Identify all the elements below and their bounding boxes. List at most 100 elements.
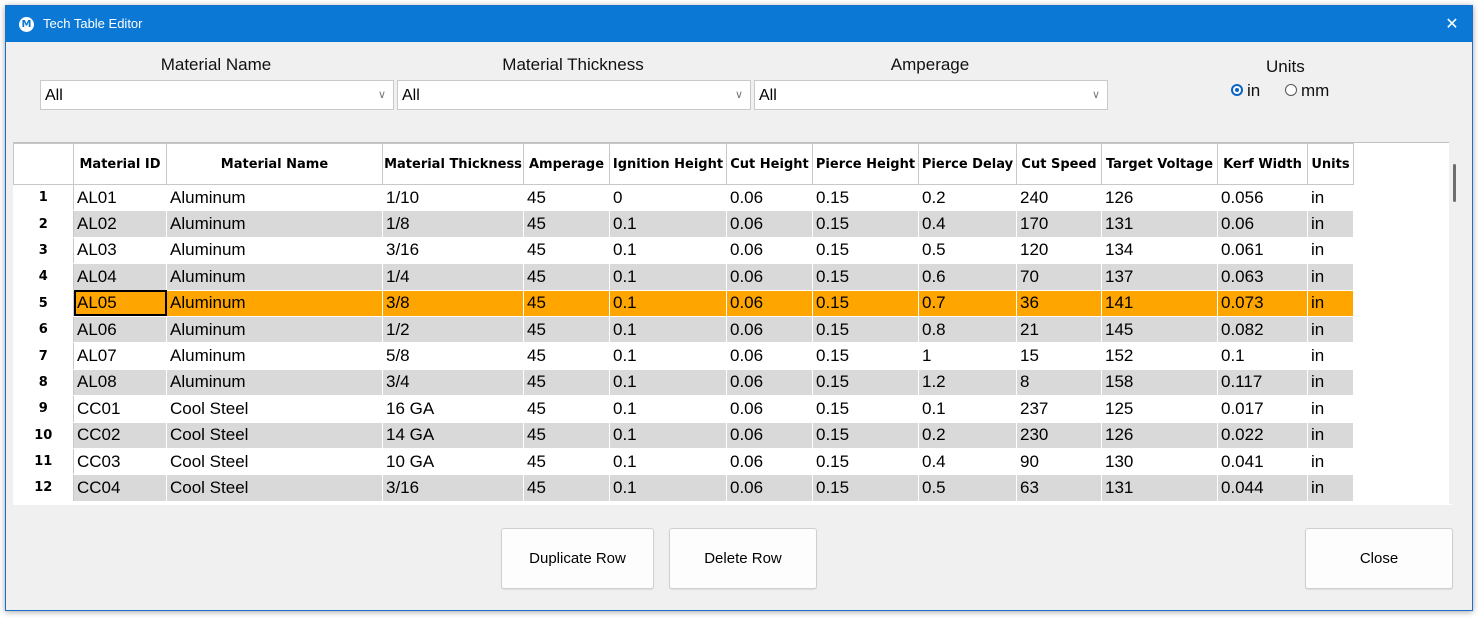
table-cell[interactable]: in xyxy=(1307,422,1354,449)
table-cell[interactable]: Aluminum xyxy=(166,210,383,238)
table-cell[interactable]: 0.082 xyxy=(1217,316,1308,344)
table-cell[interactable]: 90 xyxy=(1016,448,1102,476)
table-cell[interactable]: in xyxy=(1307,184,1354,212)
column-header[interactable]: Material Thickness xyxy=(382,143,524,185)
table-cell[interactable]: 0.5 xyxy=(918,474,1017,502)
table-cell[interactable]: 70 xyxy=(1016,263,1102,291)
close-button[interactable]: Close xyxy=(1305,528,1453,589)
material-thickness-select[interactable]: All ∨ xyxy=(397,80,751,110)
table-cell[interactable]: 0.15 xyxy=(812,474,919,502)
table-cell[interactable]: 45 xyxy=(523,395,610,423)
table-cell[interactable]: 0.1 xyxy=(609,237,727,265)
table-cell[interactable]: 0.15 xyxy=(812,342,919,370)
table-cell[interactable]: 0.1 xyxy=(609,263,727,291)
table-cell[interactable]: 0.06 xyxy=(726,316,813,344)
table-cell[interactable]: 0.061 xyxy=(1217,237,1308,265)
table-cell[interactable]: 0.06 xyxy=(726,290,813,317)
table-cell[interactable]: 0.056 xyxy=(1217,184,1308,212)
row-number[interactable]: 6 xyxy=(13,316,74,344)
table-cell[interactable]: 145 xyxy=(1101,316,1218,344)
table-cell[interactable]: 0.2 xyxy=(918,184,1017,212)
table-cell[interactable]: in xyxy=(1307,210,1354,238)
table-cell[interactable]: 45 xyxy=(523,316,610,344)
table-cell[interactable]: 0.117 xyxy=(1217,369,1308,397)
table-cell[interactable]: 0.8 xyxy=(918,316,1017,344)
delete-row-button[interactable]: Delete Row xyxy=(669,528,817,589)
table-cell[interactable]: Aluminum xyxy=(166,237,383,265)
column-header[interactable]: Kerf Width xyxy=(1217,143,1308,185)
table-cell[interactable]: 45 xyxy=(523,210,610,238)
table-cell[interactable]: in xyxy=(1307,263,1354,291)
table-cell[interactable]: 0.022 xyxy=(1217,422,1308,449)
table-cell[interactable]: 0.06 xyxy=(726,474,813,502)
column-header[interactable]: Units xyxy=(1307,143,1354,185)
table-cell[interactable]: 0.15 xyxy=(812,290,919,317)
table-cell[interactable]: 0.06 xyxy=(726,422,813,449)
row-number[interactable]: 9 xyxy=(13,395,74,423)
table-cell[interactable]: 0.041 xyxy=(1217,448,1308,476)
table-cell[interactable]: in xyxy=(1307,237,1354,265)
table-cell[interactable]: 170 xyxy=(1016,210,1102,238)
table-cell[interactable]: 45 xyxy=(523,263,610,291)
table-cell[interactable]: 126 xyxy=(1101,184,1218,212)
duplicate-row-button[interactable]: Duplicate Row xyxy=(501,528,654,589)
table-cell[interactable]: 0.06 xyxy=(726,210,813,238)
table-cell[interactable]: 131 xyxy=(1101,210,1218,238)
table-cell[interactable]: Aluminum xyxy=(166,316,383,344)
table-cell[interactable]: Cool Steel xyxy=(166,422,383,449)
table-cell[interactable]: CC02 xyxy=(73,422,167,449)
column-header[interactable]: Cut Height xyxy=(726,143,813,185)
table-cell[interactable]: 45 xyxy=(523,369,610,397)
table-cell[interactable]: 45 xyxy=(523,237,610,265)
table-row[interactable]: 2 AL02 Aluminum 1/8 45 0.1 0.06 0.15 0.4 170 131 0.… xyxy=(13,210,1358,238)
table-cell[interactable]: 0.06 xyxy=(1217,210,1308,238)
table-cell[interactable]: 1/10 xyxy=(382,184,524,212)
table-cell[interactable]: AL02 xyxy=(73,210,167,238)
table-cell[interactable]: 3/16 xyxy=(382,237,524,265)
table-cell[interactable]: 0.1 xyxy=(609,448,727,476)
table-cell[interactable]: 1 xyxy=(918,342,1017,370)
table-cell[interactable]: 10 GA xyxy=(382,448,524,476)
table-cell[interactable]: 3/16 xyxy=(382,474,524,502)
table-cell[interactable]: AL01 xyxy=(73,184,167,212)
table-row[interactable]: 4 AL04 Aluminum 1/4 45 0.1 0.06 0.15 0.6 70 137 0.0… xyxy=(13,263,1358,291)
table-cell[interactable]: in xyxy=(1307,395,1354,423)
table-cell[interactable]: Cool Steel xyxy=(166,448,383,476)
table-cell[interactable]: 0.1 xyxy=(1217,342,1308,370)
table-cell[interactable]: 237 xyxy=(1016,395,1102,423)
table-cell[interactable]: 36 xyxy=(1016,290,1102,317)
row-number[interactable]: 1 xyxy=(13,184,74,212)
table-cell[interactable]: 0.15 xyxy=(812,395,919,423)
table-cell[interactable]: 0.15 xyxy=(812,263,919,291)
table-cell[interactable]: Aluminum xyxy=(166,290,383,317)
scrollbar-thumb[interactable] xyxy=(1453,164,1456,202)
table-cell[interactable]: 15 xyxy=(1016,342,1102,370)
table-cell[interactable]: 0.15 xyxy=(812,210,919,238)
table-cell[interactable]: CC03 xyxy=(73,448,167,476)
table-cell[interactable]: 158 xyxy=(1101,369,1218,397)
row-number[interactable]: 2 xyxy=(13,210,74,238)
table-cell[interactable]: 21 xyxy=(1016,316,1102,344)
table-cell[interactable]: 134 xyxy=(1101,237,1218,265)
table-cell[interactable]: 45 xyxy=(523,342,610,370)
table-cell[interactable]: 3/8 xyxy=(382,290,524,317)
column-header[interactable]: Material Name xyxy=(166,143,383,185)
table-cell[interactable]: 0.1 xyxy=(609,422,727,449)
table-cell[interactable]: 0.1 xyxy=(918,395,1017,423)
row-number[interactable]: 12 xyxy=(13,474,74,502)
units-in-radio[interactable] xyxy=(1231,84,1243,96)
table-cell[interactable]: in xyxy=(1307,448,1354,476)
column-header[interactable]: Cut Speed xyxy=(1016,143,1102,185)
table-row[interactable]: 6 AL06 Aluminum 1/2 45 0.1 0.06 0.15 0.8 21 145 0.0… xyxy=(13,316,1358,344)
table-cell[interactable]: Aluminum xyxy=(166,184,383,212)
table-cell[interactable]: 0.017 xyxy=(1217,395,1308,423)
table-cell[interactable]: 0.7 xyxy=(918,290,1017,317)
table-cell[interactable]: Cool Steel xyxy=(166,395,383,423)
close-window-icon[interactable]: ✕ xyxy=(1440,12,1464,36)
table-cell[interactable]: 137 xyxy=(1101,263,1218,291)
table-cell[interactable]: 130 xyxy=(1101,448,1218,476)
column-header[interactable]: Amperage xyxy=(523,143,610,185)
table-row[interactable]: 8 AL08 Aluminum 3/4 45 0.1 0.06 0.15 1.2 8 158 0.11… xyxy=(13,369,1358,397)
row-number[interactable]: 11 xyxy=(13,448,74,476)
table-cell[interactable]: 3/4 xyxy=(382,369,524,397)
